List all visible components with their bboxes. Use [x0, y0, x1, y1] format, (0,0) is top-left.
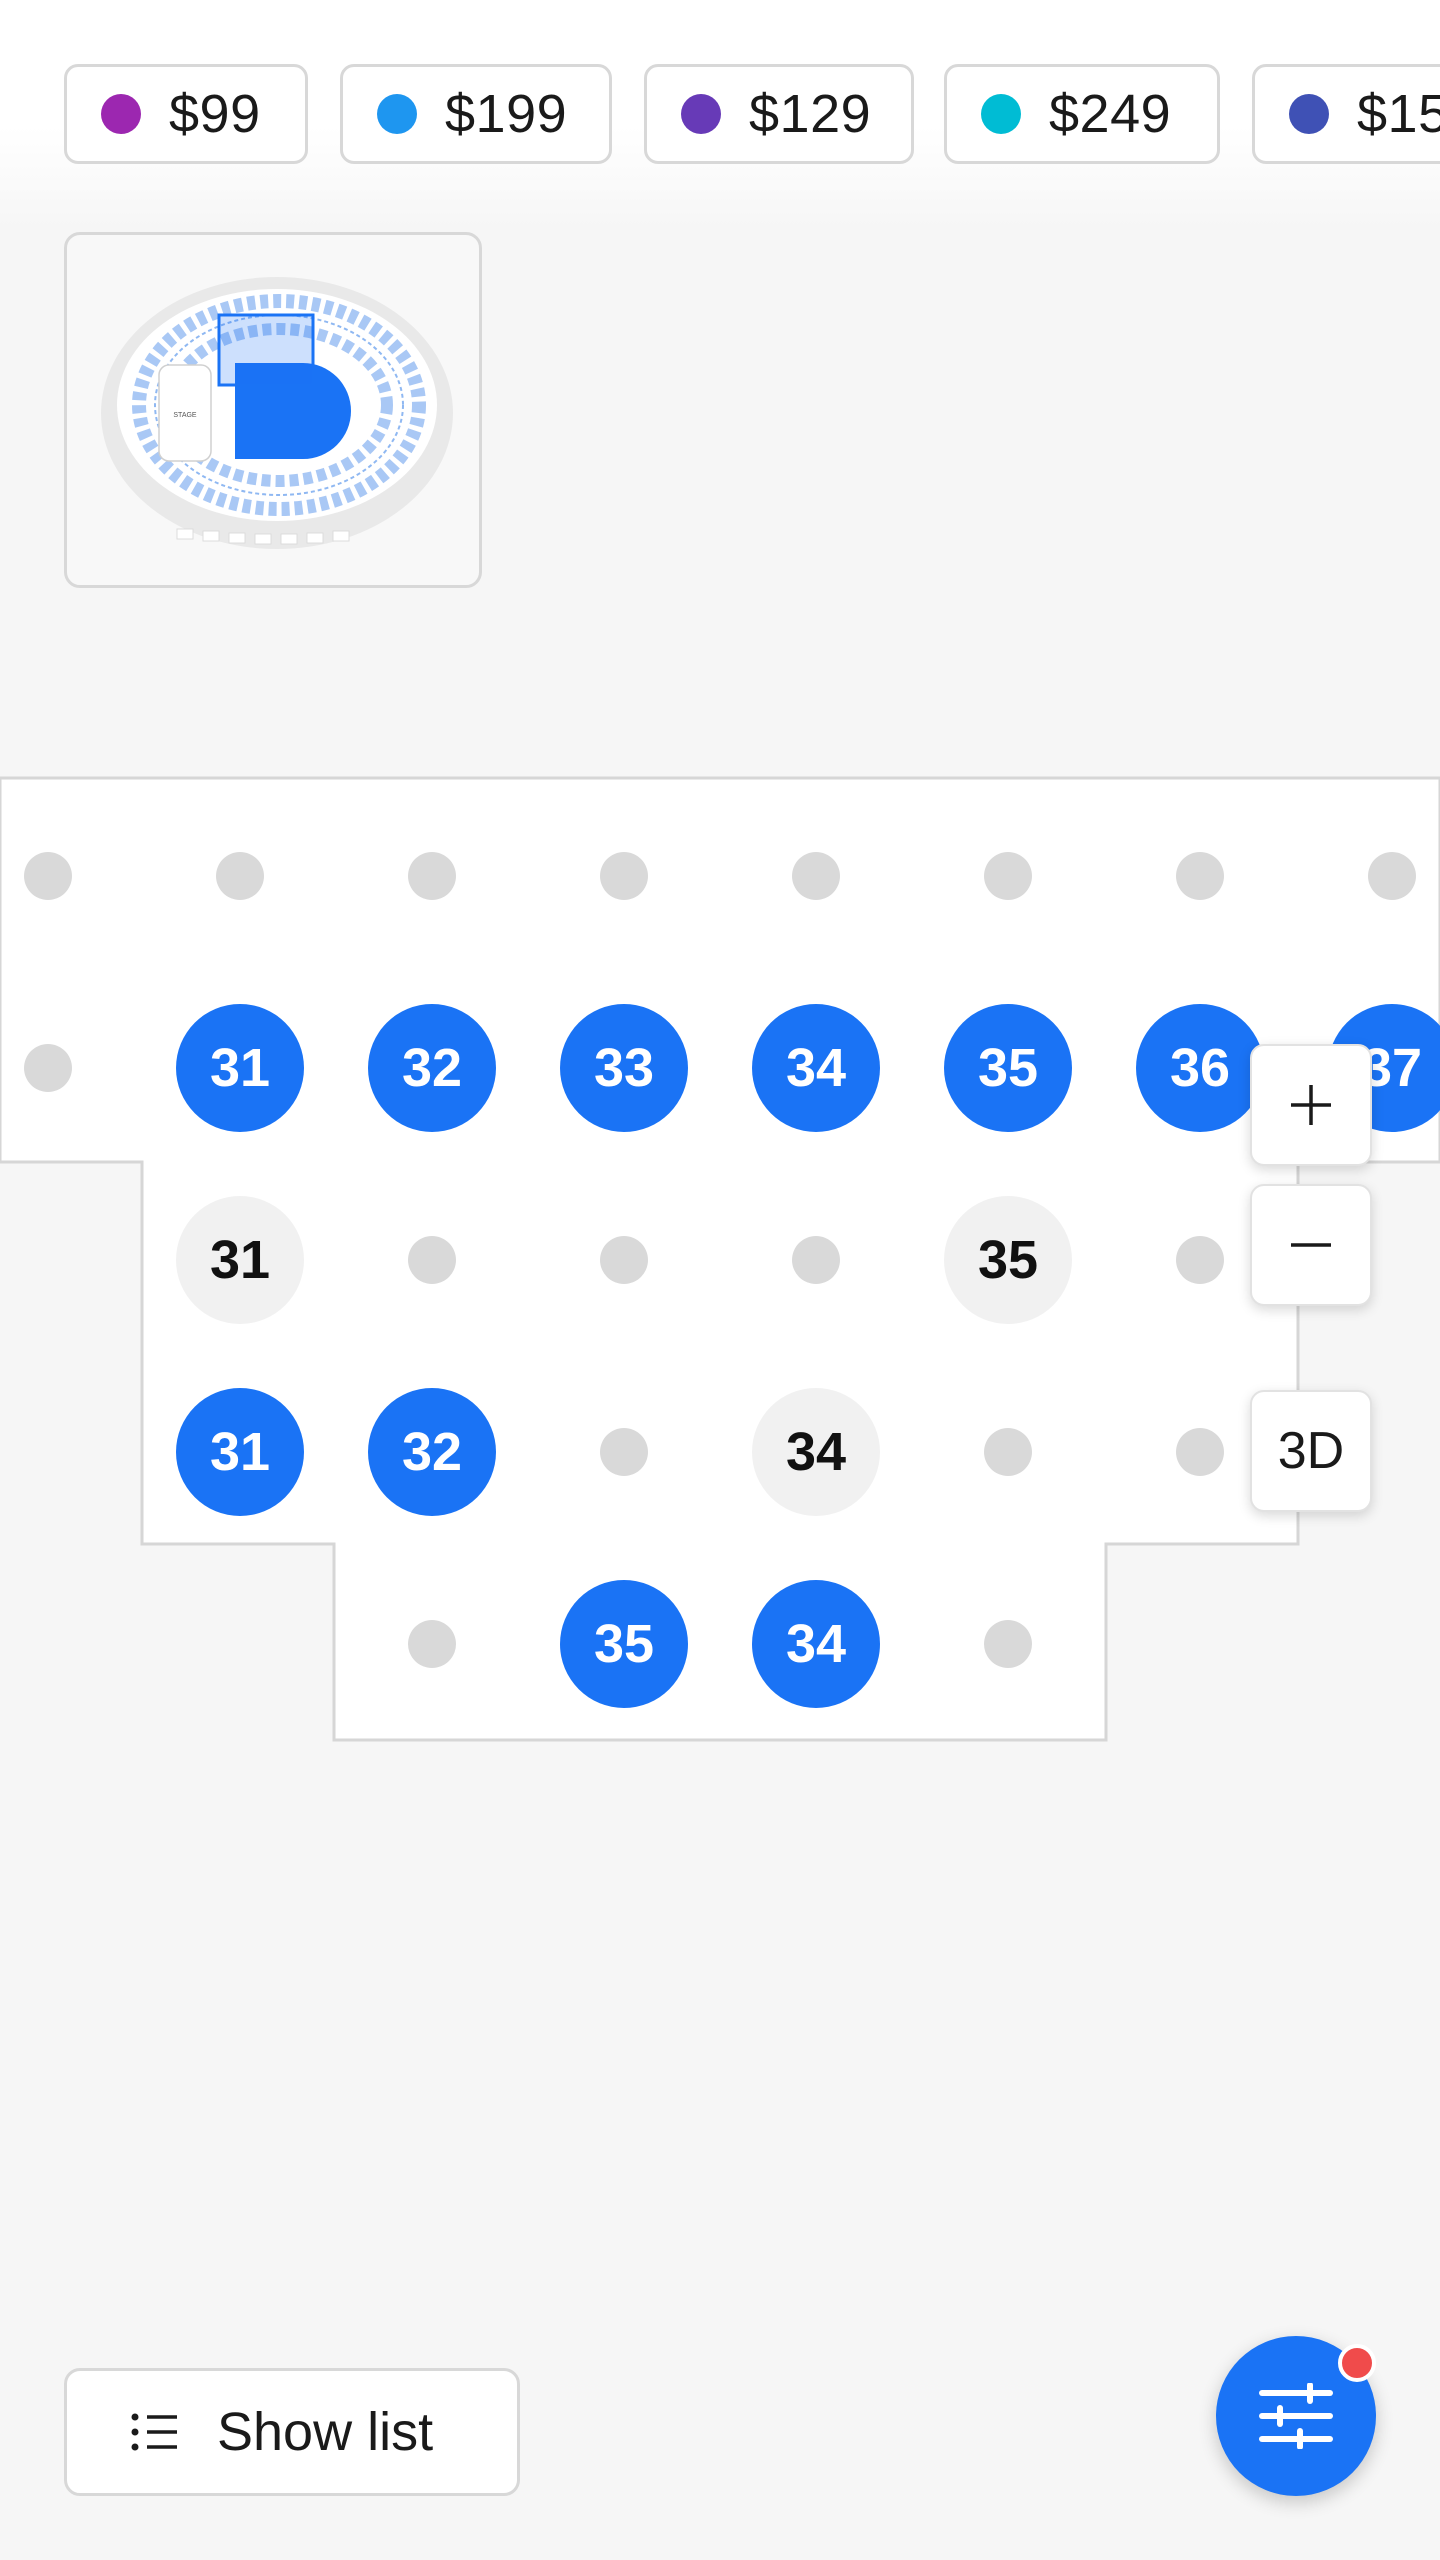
unavailable-seat: [408, 1620, 456, 1668]
unavailable-seat: [984, 1428, 1032, 1476]
available-seat[interactable]: 35: [560, 1580, 688, 1708]
highlighted-seat[interactable]: 31: [176, 1196, 304, 1324]
unavailable-seat: [216, 852, 264, 900]
unavailable-seat: [1176, 852, 1224, 900]
unavailable-seat: [792, 852, 840, 900]
unavailable-seat: [600, 1428, 648, 1476]
view-3d-label: 3D: [1277, 1422, 1345, 1480]
minus-icon: [1291, 1243, 1331, 1247]
unavailable-seat: [600, 852, 648, 900]
zoom-out-button[interactable]: [1250, 1184, 1372, 1306]
unavailable-seat: [408, 1236, 456, 1284]
unavailable-seat: [792, 1236, 840, 1284]
unavailable-seat: [408, 852, 456, 900]
available-seat[interactable]: 32: [368, 1388, 496, 1516]
unavailable-seat: [984, 1620, 1032, 1668]
unavailable-seat: [1368, 852, 1416, 900]
show-list-button[interactable]: Show list: [64, 2368, 520, 2496]
show-list-label: Show list: [217, 2402, 434, 2462]
plus-icon: [1291, 1085, 1331, 1125]
available-seat[interactable]: 35: [944, 1004, 1072, 1132]
unavailable-seat: [600, 1236, 648, 1284]
available-seat[interactable]: 31: [176, 1388, 304, 1516]
unavailable-seat: [1176, 1236, 1224, 1284]
list-icon: [131, 2412, 179, 2452]
available-seat[interactable]: 31: [176, 1004, 304, 1132]
unavailable-seat: [24, 1044, 72, 1092]
filter-button[interactable]: [1216, 2336, 1376, 2496]
unavailable-seat: [984, 852, 1032, 900]
available-seat[interactable]: 32: [368, 1004, 496, 1132]
unavailable-seat: [1176, 1428, 1224, 1476]
unavailable-seat: [24, 852, 72, 900]
sliders-icon: [1259, 2383, 1333, 2449]
available-seat[interactable]: 33: [560, 1004, 688, 1132]
available-seat[interactable]: 34: [752, 1580, 880, 1708]
highlighted-seat[interactable]: 35: [944, 1196, 1072, 1324]
available-seat[interactable]: 36: [1136, 1004, 1264, 1132]
view-3d-button[interactable]: 3D: [1250, 1390, 1372, 1512]
available-seat[interactable]: 34: [752, 1004, 880, 1132]
zoom-in-button[interactable]: [1250, 1044, 1372, 1166]
highlighted-seat[interactable]: 34: [752, 1388, 880, 1516]
notification-badge: [1338, 2344, 1376, 2382]
